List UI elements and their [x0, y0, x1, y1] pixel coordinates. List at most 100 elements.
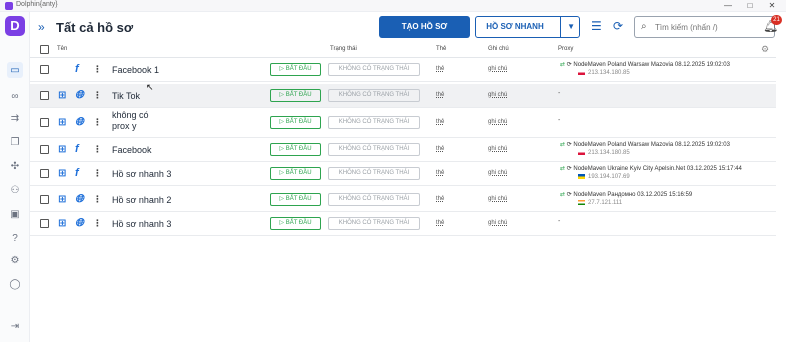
- tag-link[interactable]: thẻ: [436, 119, 444, 125]
- column-proxy[interactable]: Proxy: [558, 46, 573, 52]
- status-button[interactable]: KHÔNG CÓ TRẠNG THÁI: [328, 217, 420, 230]
- row-checkbox[interactable]: [40, 91, 49, 100]
- settings-icon[interactable]: ⚙: [761, 44, 769, 55]
- profile-name[interactable]: Facebook 1: [112, 65, 159, 75]
- logout-nav-icon[interactable]: ⇥: [7, 318, 23, 334]
- tips-nav-icon[interactable]: ◯: [7, 276, 23, 292]
- team-nav-icon[interactable]: ⚇: [7, 182, 23, 198]
- refresh-icon[interactable]: ⟳: [567, 166, 572, 172]
- create-profile-button[interactable]: TẠO HỒ SƠ: [379, 16, 470, 38]
- quick-profile-button[interactable]: HỒ SƠ NHANH ▼: [475, 16, 580, 38]
- start-button[interactable]: ▷ BẮT ĐẦU: [270, 63, 321, 76]
- row-checkbox[interactable]: [40, 145, 49, 154]
- tag-link[interactable]: thẻ: [436, 92, 444, 98]
- refresh-icon[interactable]: ⟳: [613, 19, 623, 33]
- note-link[interactable]: ghi chú: [488, 220, 507, 226]
- search-box[interactable]: ⌕: [634, 16, 775, 38]
- extensions-nav-icon[interactable]: ✣: [7, 158, 23, 174]
- tag-link[interactable]: thẻ: [436, 146, 444, 152]
- proxy-name[interactable]: ⇄ ⟳ NodeMaven Poland Warsaw Mazovia 08.1…: [560, 61, 730, 68]
- status-button[interactable]: KHÔNG CÓ TRẠNG THÁI: [328, 63, 420, 76]
- settings-nav-icon[interactable]: ⚙: [7, 252, 23, 268]
- column-note[interactable]: Ghi chú: [488, 46, 509, 52]
- swap-icon[interactable]: ⇄: [560, 192, 565, 198]
- tag-link[interactable]: thẻ: [436, 170, 444, 176]
- note-link[interactable]: ghi chú: [488, 119, 507, 125]
- tag-link[interactable]: thẻ: [436, 66, 444, 72]
- profile-name[interactable]: Hồ sơ nhanh 3: [112, 169, 171, 179]
- profile-name[interactable]: Tik Tok: [112, 91, 140, 101]
- proxy-name[interactable]: ⇄ ⟳ NodeMaven Poland Warsaw Mazovia 08.1…: [560, 141, 730, 148]
- status-button[interactable]: KHÔNG CÓ TRẠNG THÁI: [328, 193, 420, 206]
- collapse-sidebar-icon[interactable]: »: [38, 20, 45, 34]
- table-row[interactable]: ⊞ 🌐︎ ⋮ Hồ sơ nhanh 3 ▷ BẮT ĐẦU KHÔNG CÓ …: [30, 212, 776, 236]
- more-menu-icon[interactable]: ⋮: [93, 194, 102, 205]
- profiles-nav-icon[interactable]: ▭: [7, 62, 23, 78]
- proxy-nav-icon[interactable]: ∞: [7, 88, 23, 104]
- windows-icon: ⊞: [58, 218, 67, 229]
- table-row[interactable]: ⊞ 🌐︎ ⋮ Tik Tok ▷ BẮT ĐẦU KHÔNG CÓ TRẠNG …: [30, 84, 776, 108]
- profile-name[interactable]: Facebook: [112, 145, 152, 155]
- table-row[interactable]: ⊞ f ⋮ Hồ sơ nhanh 3 ▷ BẮT ĐẦU KHÔNG CÓ T…: [30, 162, 776, 186]
- profile-name[interactable]: Hồ sơ nhanh 2: [112, 195, 171, 205]
- automation-nav-icon[interactable]: ⇉: [7, 110, 23, 126]
- profile-name[interactable]: Hồ sơ nhanh 3: [112, 219, 171, 229]
- note-link[interactable]: ghi chú: [488, 92, 507, 98]
- search-input[interactable]: [655, 20, 770, 34]
- start-button[interactable]: ▷ BẮT ĐẦU: [270, 143, 321, 156]
- maximize-button[interactable]: □: [740, 0, 760, 12]
- more-menu-icon[interactable]: ⋮: [93, 117, 102, 128]
- table-row[interactable]: ⊞ f ⋮ Facebook ▷ BẮT ĐẦU KHÔNG CÓ TRẠNG …: [30, 138, 776, 162]
- start-button[interactable]: ▷ BẮT ĐẦU: [270, 167, 321, 180]
- row-checkbox[interactable]: [40, 65, 49, 74]
- status-button[interactable]: KHÔNG CÓ TRẠNG THÁI: [328, 89, 420, 102]
- table-row[interactable]: ⊞ 🌐︎ ⋮ Hồ sơ nhanh 2 ▷ BẮT ĐẦU KHÔNG CÓ …: [30, 188, 776, 212]
- refresh-icon[interactable]: ⟳: [567, 62, 572, 68]
- search-icon: ⌕: [641, 21, 647, 32]
- tag-link[interactable]: thẻ: [436, 196, 444, 202]
- note-link[interactable]: ghi chú: [488, 170, 507, 176]
- row-checkbox[interactable]: [40, 169, 49, 178]
- start-button[interactable]: ▷ BẮT ĐẦU: [270, 89, 321, 102]
- refresh-icon[interactable]: ⟳: [567, 142, 572, 148]
- note-link[interactable]: ghi chú: [488, 66, 507, 72]
- more-menu-icon[interactable]: ⋮: [93, 144, 102, 155]
- column-status[interactable]: Trạng thái: [330, 46, 357, 52]
- profile-name[interactable]: không có prox y: [112, 110, 164, 132]
- dolphin-logo-icon[interactable]: D: [5, 16, 25, 36]
- swap-icon[interactable]: ⇄: [560, 142, 565, 148]
- note-link[interactable]: ghi chú: [488, 146, 507, 152]
- minimize-button[interactable]: —: [718, 0, 738, 12]
- column-tag[interactable]: Thẻ: [436, 46, 446, 52]
- start-button[interactable]: ▷ BẮT ĐẦU: [270, 217, 321, 230]
- close-button[interactable]: ✕: [762, 0, 782, 12]
- select-all-checkbox[interactable]: [40, 45, 49, 54]
- status-button[interactable]: KHÔNG CÓ TRẠNG THÁI: [328, 167, 420, 180]
- note-link[interactable]: ghi chú: [488, 196, 507, 202]
- proxy-name[interactable]: ⇄ ⟳ NodeMaven Рандомно 03.12.2025 15:16:…: [560, 191, 692, 198]
- start-button[interactable]: ▷ BẮT ĐẦU: [270, 116, 321, 129]
- chevron-down-icon[interactable]: ▼: [567, 17, 575, 37]
- row-checkbox[interactable]: [40, 195, 49, 204]
- refresh-icon[interactable]: ⟳: [567, 192, 572, 198]
- status-button[interactable]: KHÔNG CÓ TRẠNG THÁI: [328, 116, 420, 129]
- tag-link[interactable]: thẻ: [436, 220, 444, 226]
- start-button[interactable]: ▷ BẮT ĐẦU: [270, 193, 321, 206]
- swap-icon[interactable]: ⇄: [560, 62, 565, 68]
- more-menu-icon[interactable]: ⋮: [93, 168, 102, 179]
- status-button[interactable]: KHÔNG CÓ TRẠNG THÁI: [328, 143, 420, 156]
- help-nav-icon[interactable]: ?: [7, 230, 23, 246]
- more-menu-icon[interactable]: ⋮: [93, 90, 102, 101]
- column-name[interactable]: Tên: [57, 46, 67, 52]
- table-row[interactable]: ⊞ 🌐︎ ⋮ không có prox y ▷ BẮT ĐẦU KHÔNG C…: [30, 108, 776, 138]
- row-checkbox[interactable]: [40, 118, 49, 127]
- proxy-name[interactable]: ⇄ ⟳ NodeMaven Ukraine Kyiv City Apelsin.…: [560, 165, 742, 172]
- clipboard-nav-icon[interactable]: ❐: [7, 134, 23, 150]
- filter-icon[interactable]: ☰: [591, 19, 602, 33]
- table-row[interactable]: f ⋮ Facebook 1 ▷ BẮT ĐẦU KHÔNG CÓ TRẠNG …: [30, 58, 776, 82]
- row-checkbox[interactable]: [40, 219, 49, 228]
- api-nav-icon[interactable]: ▣: [7, 206, 23, 222]
- more-menu-icon[interactable]: ⋮: [93, 64, 102, 75]
- swap-icon[interactable]: ⇄: [560, 166, 565, 172]
- more-menu-icon[interactable]: ⋮: [93, 218, 102, 229]
